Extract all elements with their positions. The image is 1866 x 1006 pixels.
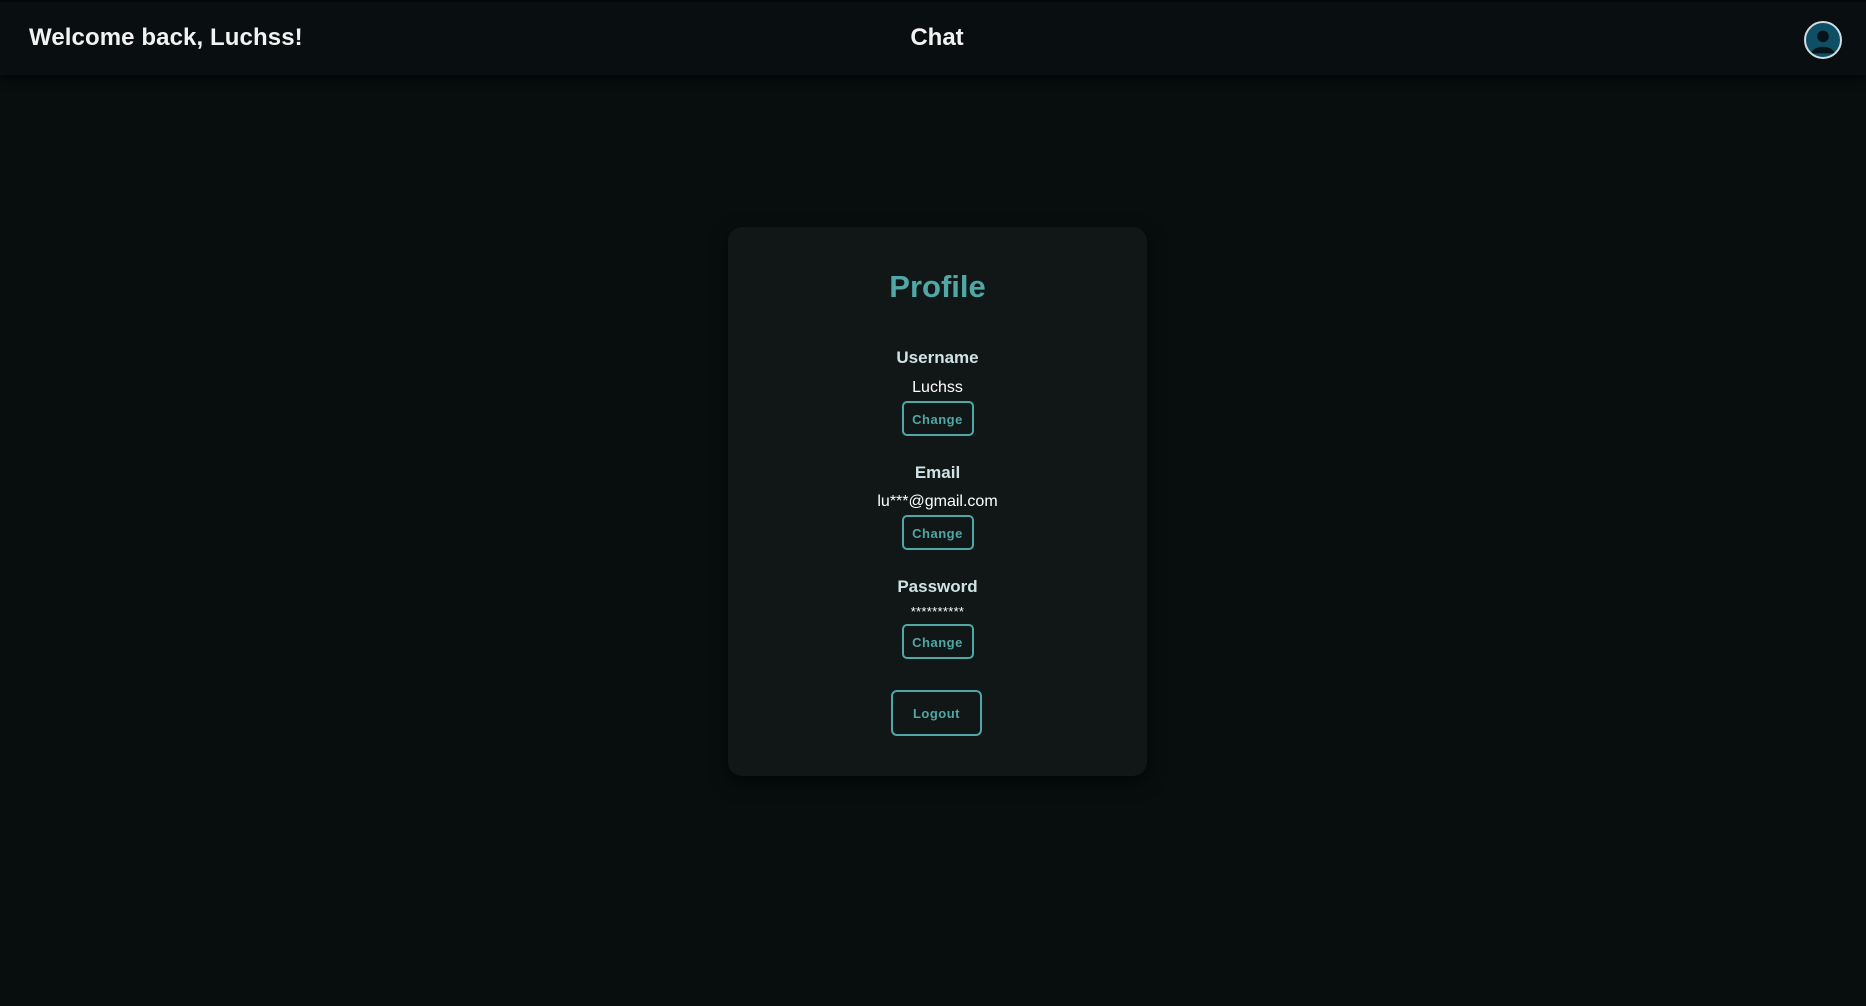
username-value: Luchss <box>912 379 963 396</box>
password-label: Password <box>897 577 978 596</box>
username-label: Username <box>896 348 979 367</box>
password-section: Password ********** Change <box>728 577 1147 659</box>
top-navbar: Welcome back, Luchss! Chat <box>0 0 1866 75</box>
person-silhouette-icon <box>1811 30 1835 54</box>
password-value: ********** <box>910 604 965 619</box>
email-section: Email lu***@gmail.com Change <box>728 463 1147 550</box>
logout-button[interactable]: Logout <box>891 690 982 736</box>
profile-title: Profile <box>889 269 986 304</box>
profile-card: Profile Username Luchss Change Email lu*… <box>728 227 1147 776</box>
username-section: Username Luchss Change <box>728 348 1147 436</box>
email-value: lu***@gmail.com <box>877 493 998 510</box>
email-label: Email <box>914 463 961 482</box>
change-password-button[interactable]: Change <box>901 624 974 659</box>
user-avatar-icon[interactable] <box>1804 21 1842 59</box>
chat-nav-link[interactable]: Chat <box>0 24 1866 52</box>
change-username-button[interactable]: Change <box>901 401 974 436</box>
change-email-button[interactable]: Change <box>901 515 974 550</box>
